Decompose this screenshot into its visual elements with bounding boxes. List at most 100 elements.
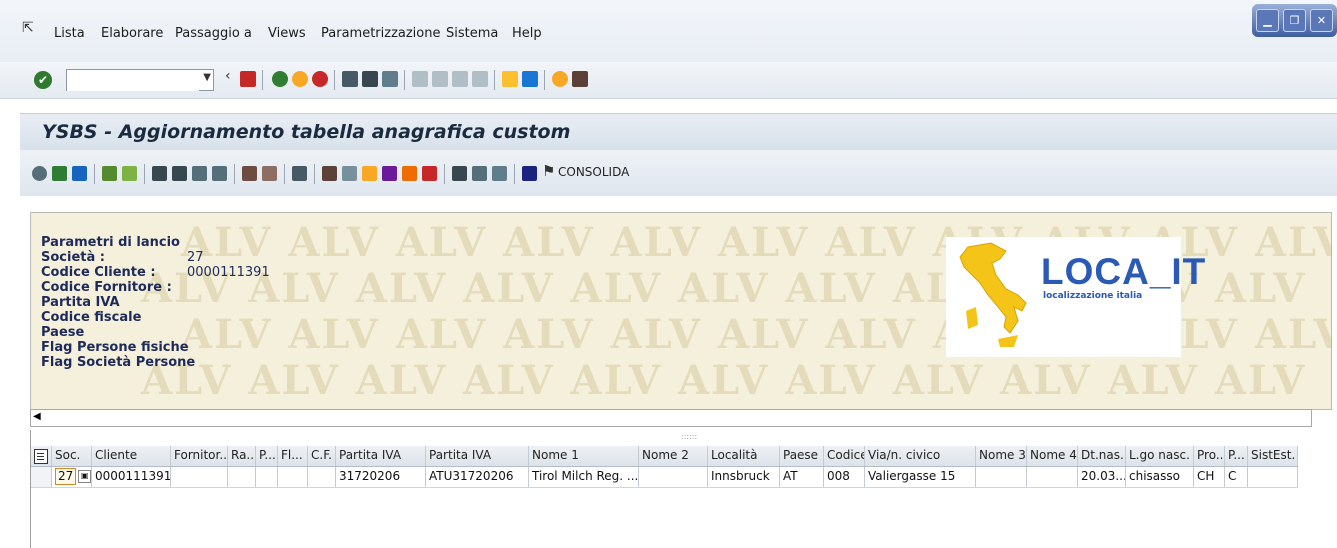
column-header-partita-iva[interactable]: Partita IVA	[336, 446, 426, 466]
print-preview-icon[interactable]	[292, 166, 307, 181]
column-header-pro[interactable]: Pro...	[1194, 446, 1225, 466]
last-page-icon[interactable]	[472, 71, 488, 87]
column-header-sistest[interactable]: SistEst.	[1248, 446, 1298, 466]
column-header-cliente[interactable]: Cliente	[92, 446, 171, 466]
scroll-left-icon[interactable]: ◀	[33, 411, 41, 422]
row-selector[interactable]	[31, 467, 52, 487]
column-header-fornitore[interactable]: Fornitor...	[171, 446, 228, 466]
find-next-icon[interactable]	[382, 71, 398, 87]
menu-lista[interactable]: Lista	[54, 26, 85, 41]
word-processing-icon[interactable]	[382, 166, 397, 181]
command-field[interactable]: ▼	[66, 69, 214, 91]
menu-passaggio-a[interactable]: Passaggio a	[175, 26, 252, 41]
details-icon[interactable]	[32, 166, 47, 181]
mail-icon[interactable]	[342, 166, 357, 181]
column-header-fl[interactable]: Fl...	[278, 446, 308, 466]
cell-codice[interactable]: 008	[824, 467, 865, 487]
first-page-icon[interactable]	[412, 71, 428, 87]
cell-cf[interactable]	[308, 467, 336, 487]
column-header-localita[interactable]: Località	[708, 446, 780, 466]
previous-page-icon[interactable]	[432, 71, 448, 87]
cell-via[interactable]: Valiergasse 15	[865, 467, 976, 487]
shortcut-icon[interactable]	[522, 71, 538, 87]
column-header-lgo-nasc[interactable]: L.go nasc.	[1126, 446, 1194, 466]
column-header-p2[interactable]: P...	[1225, 446, 1248, 466]
cell-p[interactable]	[256, 467, 278, 487]
select-all-rows-button[interactable]	[31, 446, 52, 466]
close-icon[interactable]: ✕	[1310, 9, 1333, 32]
cell-nome-4[interactable]	[1027, 467, 1078, 487]
command-input[interactable]	[67, 71, 199, 91]
minimize-icon[interactable]: ▁	[1256, 9, 1279, 32]
cell-paese[interactable]: AT	[780, 467, 824, 487]
cell-partita-iva[interactable]: 31720206	[336, 467, 426, 487]
column-header-soc[interactable]: Soc.	[52, 446, 92, 466]
column-header-dt-nas[interactable]: Dt.nas...	[1078, 446, 1126, 466]
subtotal-icon[interactable]	[262, 166, 277, 181]
cell-nome-2[interactable]	[639, 467, 708, 487]
delete-filter-icon[interactable]	[212, 166, 227, 181]
change-layout-icon[interactable]	[452, 166, 467, 181]
horizontal-scrollbar[interactable]: ◀	[30, 409, 1312, 427]
column-header-nome-2[interactable]: Nome 2	[639, 446, 708, 466]
edit-icon[interactable]	[72, 166, 87, 181]
menu-elaborare[interactable]: Elaborare	[101, 26, 163, 41]
help-icon[interactable]	[552, 71, 568, 87]
cell-localita[interactable]: Innsbruck	[708, 467, 780, 487]
menu-help[interactable]: Help	[512, 26, 542, 41]
cell-partita-iva-2[interactable]: ATU31720206	[426, 467, 529, 487]
restore-icon[interactable]: ❐	[1283, 9, 1306, 32]
find-icon[interactable]	[362, 71, 378, 87]
column-header-partita-iva-2[interactable]: Partita IVA	[426, 446, 529, 466]
graphic-icon[interactable]	[422, 166, 437, 181]
consolida-button[interactable]: CONSOLIDA	[558, 165, 629, 179]
column-header-codice[interactable]: Codice...	[824, 446, 865, 466]
column-header-via[interactable]: Via/n. civico	[865, 446, 976, 466]
sum-icon[interactable]	[242, 166, 257, 181]
column-header-cf[interactable]: C.F.	[308, 446, 336, 466]
column-header-ra[interactable]: Ra...	[228, 446, 256, 466]
save-icon[interactable]	[240, 71, 256, 87]
chevron-down-icon[interactable]: ▼	[203, 72, 211, 83]
menu-parametrizzazione[interactable]: Parametrizzazione	[321, 26, 441, 41]
cell-ra[interactable]	[228, 467, 256, 487]
cell-sistest[interactable]	[1248, 467, 1298, 487]
cell-nome-1[interactable]: Tirol Milch Reg. ...	[529, 467, 639, 487]
info-icon[interactable]	[522, 166, 537, 181]
export-icon[interactable]	[322, 166, 337, 181]
column-header-paese[interactable]: Paese	[780, 446, 824, 466]
cell-dt-nas[interactable]: 20.03...	[1078, 467, 1126, 487]
cell-soc[interactable]: 27 ▣	[52, 467, 92, 487]
cell-p2[interactable]: C	[1225, 467, 1248, 487]
splitter-handle[interactable]: ::::::	[681, 432, 697, 441]
cell-pro[interactable]: CH	[1194, 467, 1225, 487]
column-header-p[interactable]: P...	[256, 446, 278, 466]
local-file-icon[interactable]	[402, 166, 417, 181]
back-icon[interactable]	[272, 71, 288, 87]
select-all-icon[interactable]	[102, 166, 117, 181]
menu-exit-icon[interactable]: ⇱	[22, 20, 38, 36]
cancel-icon[interactable]	[312, 71, 328, 87]
back-arrow-icon[interactable]: ‹	[225, 68, 235, 84]
filter-icon[interactable]	[192, 166, 207, 181]
enter-check-icon[interactable]: ✔	[34, 71, 52, 89]
new-session-icon[interactable]	[502, 71, 518, 87]
exit-icon[interactable]	[292, 71, 308, 87]
table-row[interactable]: 27 ▣ 0000111391 31720206 ATU31720206 Tiro…	[31, 467, 1298, 488]
deselect-all-icon[interactable]	[122, 166, 137, 181]
menu-sistema[interactable]: Sistema	[446, 26, 498, 41]
next-page-icon[interactable]	[452, 71, 468, 87]
column-header-nome-4[interactable]: Nome 4	[1027, 446, 1078, 466]
cell-cliente[interactable]: 0000111391	[92, 467, 171, 487]
sort-descending-icon[interactable]	[172, 166, 187, 181]
menu-views[interactable]: Views	[268, 26, 306, 41]
refresh-icon[interactable]	[52, 166, 67, 181]
cell-lgo-nasc[interactable]: chisasso	[1126, 467, 1194, 487]
cell-fl[interactable]	[278, 467, 308, 487]
sort-ascending-icon[interactable]	[152, 166, 167, 181]
choose-layout-icon[interactable]	[472, 166, 487, 181]
spreadsheet-icon[interactable]	[362, 166, 377, 181]
column-header-nome-1[interactable]: Nome 1	[529, 446, 639, 466]
layout-menu-icon[interactable]	[572, 71, 588, 87]
value-help-icon[interactable]: ▣	[78, 470, 91, 483]
